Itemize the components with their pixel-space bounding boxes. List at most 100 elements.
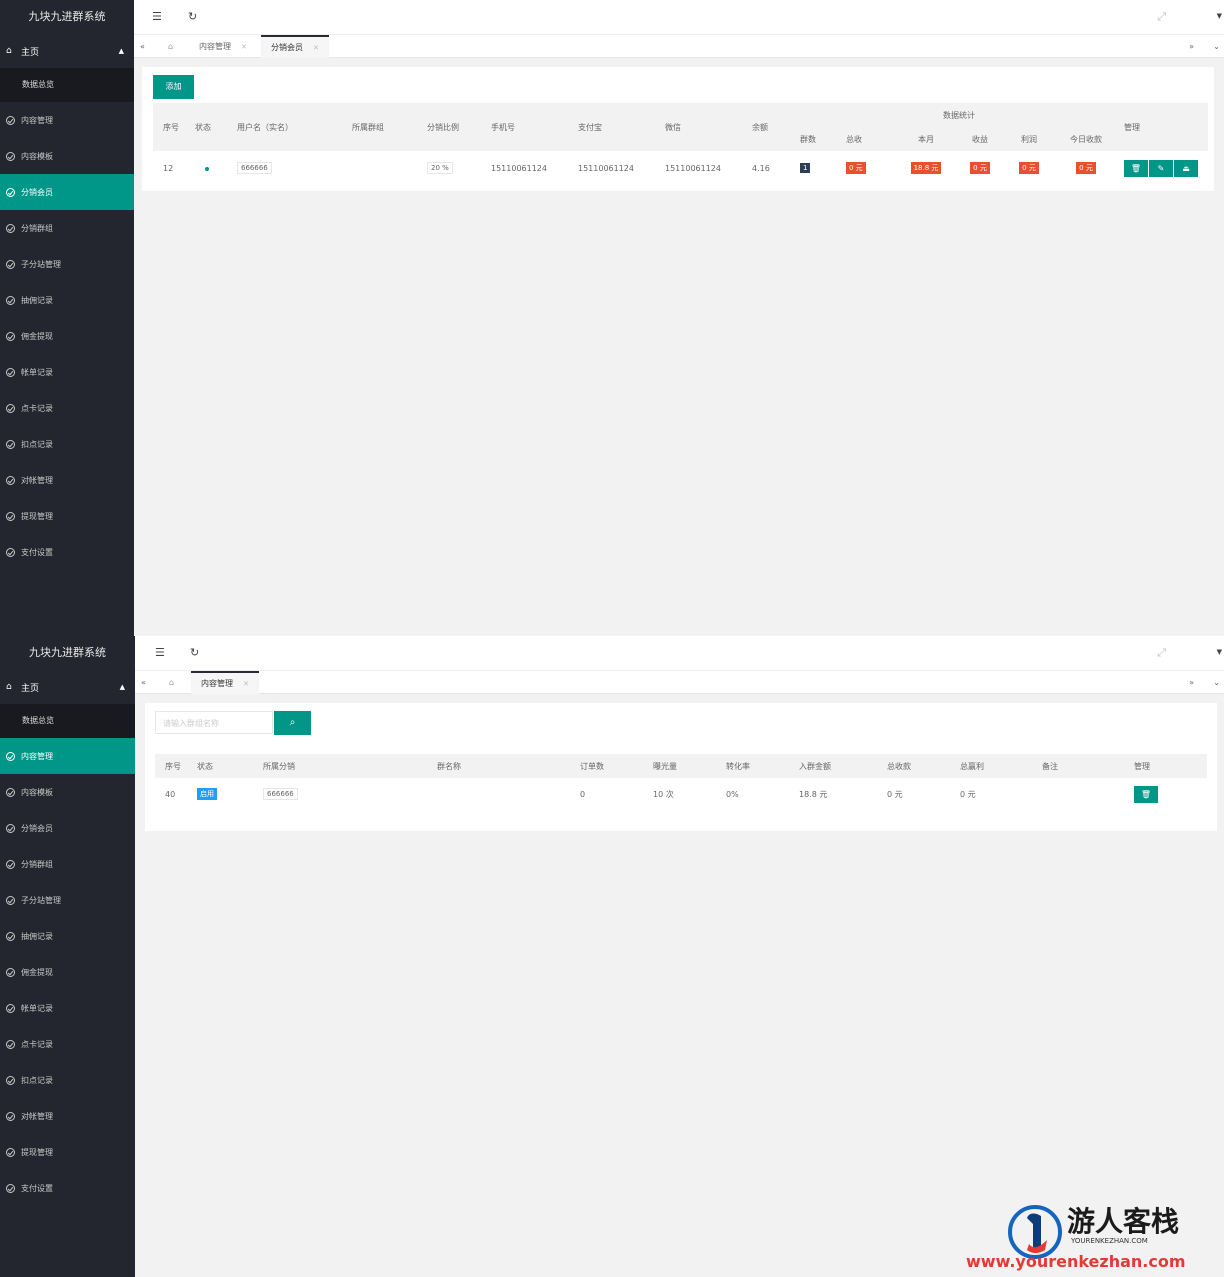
sidebar-item-home[interactable]: ⌂ 主页 ▲: [0, 670, 135, 704]
check-circle-icon: [6, 475, 15, 485]
sidebar-item-label: 抽佣记录: [21, 931, 53, 941]
sidebar-item[interactable]: 帐单记录: [0, 990, 135, 1026]
sidebar-item[interactable]: 子分站管理: [0, 882, 135, 918]
sidebar-item[interactable]: 分销会员: [0, 174, 134, 210]
sidebar-item[interactable]: 扣点记录: [0, 1062, 135, 1098]
check-circle-icon: [6, 511, 15, 521]
delete-button[interactable]: 🗑: [1134, 785, 1158, 803]
cell-total-received: 0 元: [887, 789, 903, 799]
check-circle-icon: [6, 331, 15, 341]
sidebar-item[interactable]: 佣金提现: [0, 318, 134, 354]
delete-button[interactable]: 🗑: [1124, 159, 1148, 177]
content-card: 请输入群组名称 ⌕ 序号 状态 所属分销 群名称 订单数 曝光量 转化率 入群金…: [145, 703, 1217, 831]
tab-home-icon[interactable]: ⌂: [162, 35, 184, 58]
tab-distribution-members[interactable]: 分销会员 ✕: [261, 35, 329, 58]
col-header: 订单数: [580, 754, 653, 778]
tab-bar: « ⌂ 内容管理 ✕ 分销会员 ✕ » ⌄: [134, 34, 1224, 58]
sidebar-item-label: 支付设置: [21, 1183, 53, 1193]
caret-down-icon[interactable]: ▼: [1217, 648, 1222, 656]
tab-content-management[interactable]: 内容管理 ✕: [191, 671, 259, 694]
sidebar-item[interactable]: 提现管理: [0, 498, 134, 534]
sidebar-item[interactable]: 抽佣记录: [0, 918, 135, 954]
fullscreen-icon[interactable]: ⤢: [1157, 646, 1166, 660]
sidebar-item-overview[interactable]: 数据总览: [0, 68, 134, 102]
tab-next-icon[interactable]: »: [1189, 671, 1194, 694]
sidebar-item[interactable]: 支付设置: [0, 1170, 135, 1206]
sidebar-item[interactable]: 内容管理: [0, 738, 135, 774]
close-icon[interactable]: ✕: [313, 44, 319, 52]
login-button[interactable]: ⏏: [1174, 159, 1198, 177]
cell-ratio: 20 %: [427, 151, 491, 185]
caret-down-icon[interactable]: ▼: [1217, 12, 1222, 20]
status-badge[interactable]: 启用: [197, 788, 217, 800]
sidebar-item[interactable]: 提现管理: [0, 1134, 135, 1170]
tab-prev-icon[interactable]: «: [135, 671, 157, 694]
profit-badge: 0 元: [1019, 162, 1039, 174]
edit-button[interactable]: ✎: [1149, 159, 1173, 177]
col-header: 总收款: [887, 754, 960, 778]
add-button[interactable]: 添加: [153, 75, 194, 99]
check-circle-icon: [6, 259, 15, 269]
col-header: 总赢利: [960, 754, 1042, 778]
tab-prev-icon[interactable]: «: [134, 35, 156, 58]
cell-today: 0 元: [1054, 151, 1118, 185]
sidebar-item[interactable]: 点卡记录: [0, 390, 134, 426]
sidebar-item[interactable]: 内容管理: [0, 102, 134, 138]
refresh-icon[interactable]: ↻: [190, 646, 199, 659]
table-row: 12 666666 20 % 15110061124 15110061124 1…: [153, 151, 1208, 185]
sidebar-item[interactable]: 点卡记录: [0, 1026, 135, 1062]
caret-up-icon: ▲: [119, 683, 125, 691]
tab-bar: « ⌂ 内容管理 ✕ » ⌄: [135, 670, 1224, 694]
sidebar-item-home[interactable]: ⌂ 主页 ▲: [0, 34, 134, 68]
sidebar-item[interactable]: 内容模板: [0, 138, 134, 174]
col-header: 入群金额: [799, 754, 887, 778]
col-header: 本月: [896, 127, 956, 151]
search-button[interactable]: ⌕: [274, 711, 311, 735]
sidebar-item-overview[interactable]: 数据总览: [0, 704, 135, 738]
cell-profit: 0 元: [1004, 151, 1054, 185]
close-icon[interactable]: ✕: [243, 680, 249, 688]
check-circle-icon: [6, 1111, 15, 1121]
cell-username: 666666: [237, 151, 352, 185]
menu-toggle-icon[interactable]: ☰: [155, 646, 165, 659]
check-circle-icon: [6, 223, 15, 233]
check-circle-icon: [6, 1183, 15, 1193]
sidebar-item[interactable]: 帐单记录: [0, 354, 134, 390]
sidebar-item-label: 提现管理: [21, 511, 53, 521]
tab-next-icon[interactable]: »: [1189, 35, 1194, 58]
sidebar-item[interactable]: 扣点记录: [0, 426, 134, 462]
sidebar-nav-list: 内容管理 内容模板 分销会员 分销群组 子分站管理抽佣记录佣金提现 帐单记录 点卡记录 扣点记…: [0, 738, 135, 1206]
sidebar-item[interactable]: 分销会员: [0, 810, 135, 846]
cell-actions: 🗑: [1134, 778, 1207, 810]
check-circle-icon: [6, 1147, 15, 1157]
fullscreen-icon[interactable]: ⤢: [1157, 10, 1166, 24]
today-badge: 0 元: [1076, 162, 1096, 174]
distributor-tag: 666666: [263, 788, 298, 800]
sidebar-item[interactable]: 分销群组: [0, 210, 134, 246]
sidebar-item[interactable]: 对帐管理: [0, 462, 134, 498]
check-circle-icon: [6, 187, 15, 197]
check-circle-icon: [6, 547, 15, 557]
sidebar-item[interactable]: 分销群组: [0, 846, 135, 882]
sidebar-item[interactable]: 抽佣记录: [0, 282, 134, 318]
check-circle-icon: [6, 895, 15, 905]
sidebar-item[interactable]: 对帐管理: [0, 1098, 135, 1134]
tab-content-management[interactable]: 内容管理 ✕: [189, 35, 257, 58]
search-input[interactable]: 请输入群组名称: [163, 718, 219, 729]
col-header: 所属分销: [263, 754, 437, 778]
menu-toggle-icon[interactable]: ☰: [152, 10, 162, 23]
sidebar-item[interactable]: 内容模板: [0, 774, 135, 810]
close-icon[interactable]: ✕: [241, 43, 247, 51]
groups-badge[interactable]: 1: [800, 163, 811, 173]
sidebar-item[interactable]: 支付设置: [0, 534, 134, 570]
tab-home-icon[interactable]: ⌂: [163, 671, 185, 694]
members-table: 序号 状态 用户名（实名） 所属群组 分销比例 手机号 支付宝 微信 余额 数据…: [153, 103, 1208, 185]
check-circle-icon: [6, 439, 15, 449]
col-header: 序号: [155, 754, 197, 778]
sidebar-item[interactable]: 佣金提现: [0, 954, 135, 990]
tab-menu-icon[interactable]: ⌄: [1213, 671, 1220, 694]
refresh-icon[interactable]: ↻: [188, 10, 197, 23]
tab-menu-icon[interactable]: ⌄: [1213, 35, 1220, 58]
col-header: 余额: [752, 103, 800, 151]
sidebar-item[interactable]: 子分站管理: [0, 246, 134, 282]
